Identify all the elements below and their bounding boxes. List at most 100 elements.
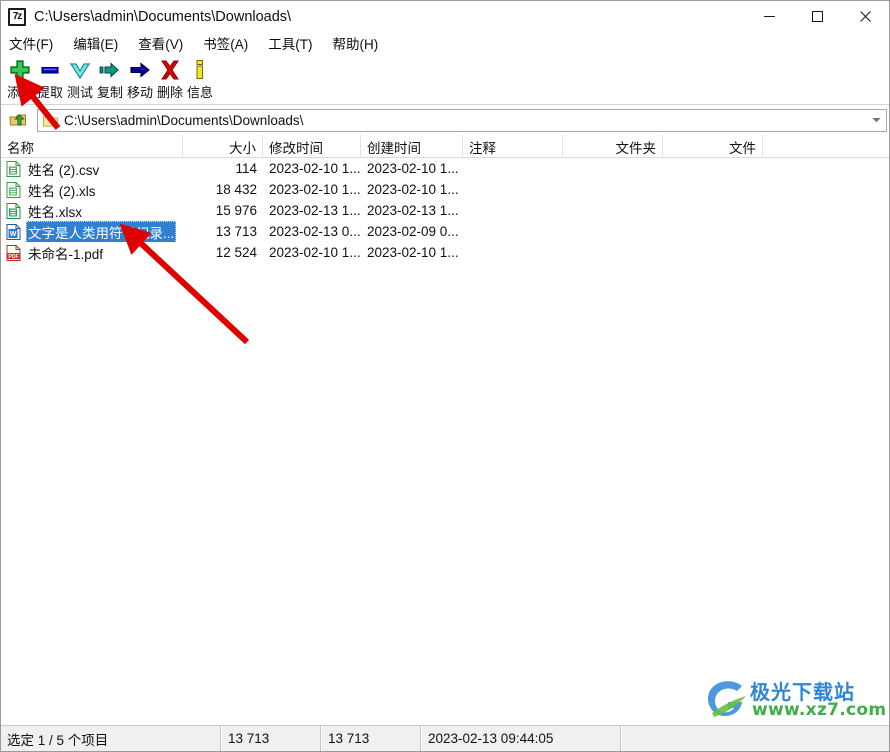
toolbar-move-button[interactable]: 移动 (125, 56, 155, 101)
file-created-cell: 2023-02-10 1... (367, 245, 459, 260)
title-bar[interactable]: 7z C:\Users\admin\Documents\Downloads\ (1, 1, 889, 32)
menu-view[interactable]: 查看(V) (137, 32, 191, 54)
toolbar-copy-button[interactable]: 复制 (95, 56, 125, 101)
xlsx-file-icon (5, 202, 21, 219)
table-row[interactable]: 姓名 (2).xls 18 432 2023-02-10 1... 2023-0… (1, 179, 889, 200)
column-header-modified[interactable]: 修改时间 (263, 135, 361, 158)
address-path-text: C:\Users\admin\Documents\Downloads\ (64, 112, 304, 128)
file-folders-cell (563, 179, 663, 200)
menu-bar: 文件(F) 编辑(E) 查看(V) 书签(A) 工具(T) 帮助(H) (1, 32, 889, 53)
status-packed-size: 13 713 (321, 726, 421, 751)
file-name-cell[interactable]: 姓名.xlsx (1, 200, 183, 221)
maximize-button[interactable] (793, 1, 841, 32)
table-row[interactable]: 姓名.xlsx 15 976 2023-02-13 1... 2023-02-1… (1, 200, 889, 221)
file-name-label: 未命名-1.pdf (28, 246, 104, 262)
file-comment-cell (463, 158, 563, 179)
xls-file-icon (5, 181, 21, 198)
toolbar-add-label: 添加 (6, 85, 33, 100)
svg-text:W: W (9, 231, 16, 238)
column-header-size[interactable]: 大小 (183, 135, 263, 158)
file-folders-cell (563, 200, 663, 221)
toolbar-add-button[interactable]: 添加 (5, 56, 35, 101)
toolbar: 添加 提取 测试 复制 移动 删除 信息 (1, 53, 889, 105)
file-name-label: 文字是人类用符号记录... (26, 221, 177, 242)
file-folders-cell (563, 242, 663, 263)
csv-file-icon (5, 160, 21, 177)
minus-icon (37, 57, 63, 83)
seven-zip-window: 7z C:\Users\admin\Documents\Downloads\ 文… (0, 0, 890, 752)
column-header-row: 名称 大小 修改时间 创建时间 注释 文件夹 文件 (1, 135, 889, 158)
file-list[interactable]: 姓名 (2).csv 114 2023-02-10 1... 2023-02-1… (1, 158, 889, 726)
status-selection: 选定 1 / 5 个项目 (1, 726, 221, 751)
file-size-cell: 114 (235, 161, 257, 176)
column-header-created[interactable]: 创建时间 (361, 135, 463, 158)
folder-icon (43, 114, 58, 127)
address-dropdown-button[interactable] (866, 110, 886, 131)
toolbar-info-label: 信息 (186, 85, 213, 100)
move-arrow-icon (127, 57, 153, 83)
toolbar-delete-label: 删除 (156, 85, 183, 100)
file-comment-cell (463, 200, 563, 221)
menu-bookmarks[interactable]: 书签(A) (202, 32, 256, 54)
file-modified-cell: 2023-02-13 0... (269, 224, 361, 239)
file-name-cell[interactable]: 姓名 (2).csv (1, 158, 183, 179)
file-files-cell (663, 242, 763, 263)
word-file-icon: W (5, 223, 21, 240)
toolbar-info-button[interactable]: 信息 (185, 56, 215, 101)
file-comment-cell (463, 179, 563, 200)
file-name-cell[interactable]: W 文字是人类用符号记录... (1, 221, 183, 242)
plus-icon (7, 57, 33, 83)
toolbar-extract-button[interactable]: 提取 (35, 56, 65, 101)
chevron-down-icon (67, 57, 93, 83)
column-header-comment[interactable]: 注释 (463, 135, 563, 158)
file-size-cell: 15 976 (215, 203, 257, 218)
pdf-file-icon: PDF (5, 244, 21, 261)
column-header-folders[interactable]: 文件夹 (563, 135, 663, 158)
toolbar-extract-label: 提取 (36, 85, 63, 100)
delete-x-icon (157, 57, 183, 83)
table-row[interactable]: 姓名 (2).csv 114 2023-02-10 1... 2023-02-1… (1, 158, 889, 179)
menu-edit[interactable]: 编辑(E) (72, 32, 126, 54)
status-modified: 2023-02-13 09:44:05 (421, 726, 621, 751)
file-created-cell: 2023-02-10 1... (367, 182, 459, 197)
toolbar-copy-label: 复制 (96, 85, 123, 100)
status-size: 13 713 (221, 726, 321, 751)
address-combobox[interactable]: C:\Users\admin\Documents\Downloads\ (37, 108, 887, 132)
app-icon-7z: 7z (8, 7, 26, 26)
file-name-label: 姓名 (2).csv (28, 162, 100, 178)
file-name-label: 姓名 (2).xls (28, 183, 96, 199)
file-files-cell (663, 179, 763, 200)
file-name-cell[interactable]: PDF 未命名-1.pdf (1, 242, 183, 263)
minimize-button[interactable] (745, 1, 793, 32)
table-row[interactable]: W 文字是人类用符号记录... 13 713 2023-02-13 0... 2… (1, 221, 889, 242)
file-size-cell: 18 432 (215, 182, 257, 197)
toolbar-test-button[interactable]: 测试 (65, 56, 95, 101)
file-name-cell[interactable]: 姓名 (2).xls (1, 179, 183, 200)
file-created-cell: 2023-02-09 0... (367, 224, 459, 239)
column-header-name[interactable]: 名称 (1, 135, 183, 158)
status-bar: 选定 1 / 5 个项目 13 713 13 713 2023-02-13 09… (1, 725, 889, 751)
svg-text:PDF: PDF (8, 253, 18, 259)
status-extra (621, 726, 889, 751)
close-button[interactable] (841, 1, 889, 32)
toolbar-move-label: 移动 (126, 85, 153, 100)
column-header-files[interactable]: 文件 (663, 135, 763, 158)
chevron-down-icon (872, 118, 880, 123)
menu-help[interactable]: 帮助(H) (332, 32, 387, 54)
file-files-cell (663, 221, 763, 242)
file-size-cell: 12 524 (215, 245, 257, 260)
table-row[interactable]: PDF 未命名-1.pdf 12 524 2023-02-10 1... 202… (1, 242, 889, 263)
file-size-cell: 13 713 (215, 224, 257, 239)
file-comment-cell (463, 221, 563, 242)
file-folders-cell (563, 158, 663, 179)
menu-tools[interactable]: 工具(T) (267, 32, 320, 54)
up-folder-button[interactable] (3, 107, 33, 133)
column-header-filler (763, 135, 889, 158)
address-bar: C:\Users\admin\Documents\Downloads\ (1, 106, 889, 134)
window-controls (745, 1, 889, 32)
up-folder-icon (9, 114, 26, 126)
menu-file[interactable]: 文件(F) (8, 32, 61, 54)
info-icon (187, 57, 213, 83)
file-files-cell (663, 200, 763, 221)
toolbar-delete-button[interactable]: 删除 (155, 56, 185, 101)
